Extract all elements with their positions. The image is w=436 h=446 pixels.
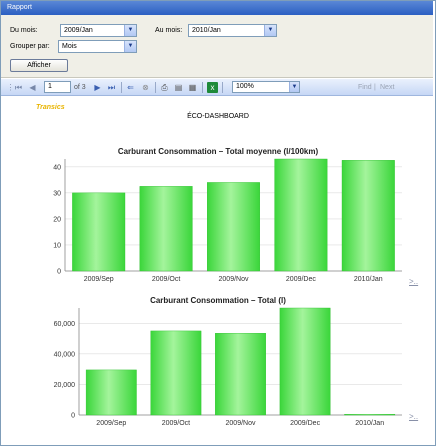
x-tick-label: 2009/Nov: [219, 276, 249, 283]
brand-logo: Transics: [36, 104, 65, 111]
chevron-down-icon[interactable]: ▼: [124, 41, 136, 52]
x-tick-label: 2010/Jan: [354, 276, 383, 283]
y-tick-label: 0: [71, 413, 75, 420]
y-tick-label: 60,000: [54, 321, 76, 328]
export-excel-icon[interactable]: x: [207, 82, 218, 93]
to-month-select[interactable]: 2010/Jan ▼: [188, 24, 277, 37]
find-separator: |: [374, 84, 376, 91]
chart2-title: Carburant Consommation – Total (l): [150, 296, 286, 305]
first-page-icon[interactable]: ⏮: [13, 82, 24, 93]
y-tick-label: 0: [57, 269, 61, 276]
bar-2009-oct: [150, 330, 202, 416]
y-tick-label: 40: [53, 164, 61, 171]
to-month-value: 2010/Jan: [192, 27, 221, 34]
group-by-label: Grouper par:: [10, 43, 50, 50]
filter-panel: Du mois: 2009/Jan ▼ Au mois: 2010/Jan ▼ …: [1, 15, 433, 78]
x-tick-label: 2009/Sep: [96, 420, 126, 427]
bar-2010-jan: [341, 160, 395, 272]
y-tick-label: 40,000: [54, 351, 76, 358]
page-layout-icon[interactable]: ▤: [173, 82, 184, 93]
x-tick-label: 2010/Jan: [355, 420, 384, 427]
y-tick-label: 20: [53, 216, 61, 223]
find-next-link[interactable]: Next: [380, 82, 394, 93]
page-number-input[interactable]: 1: [44, 81, 71, 93]
to-month-label: Au mois:: [155, 27, 183, 34]
chart-total-consumption: 0 20,000 40,000 60,000 2009/Sep 2009/Oct 2009/…: [54, 307, 402, 427]
print-icon[interactable]: ⎙: [159, 82, 170, 93]
report-toolbar: ⋮ ⏮ ◀ 1 of 3 ▶ ⏭ ⇐ ⊗ ⎙ ▤ ▦ x 100% ▼ Find…: [1, 79, 433, 96]
back-icon[interactable]: ⇐: [125, 82, 136, 93]
bar-2009-sep: [85, 369, 137, 416]
zoom-select[interactable]: 100% ▼: [232, 81, 300, 93]
bar-2009-sep: [72, 192, 126, 272]
bar-2010-jan: [344, 414, 396, 416]
toolbar-divider: [155, 82, 156, 93]
bar-2009-nov: [207, 182, 260, 272]
x-tick-label: 2009/Dec: [286, 276, 316, 283]
x-tick-label: 2009/Sep: [84, 276, 114, 283]
from-month-value: 2009/Jan: [64, 27, 93, 34]
chevron-down-icon[interactable]: ▼: [264, 25, 276, 36]
report-title: ÉCO-DASHBOARD: [187, 113, 249, 120]
last-page-icon[interactable]: ⏭: [106, 82, 117, 93]
from-month-label: Du mois:: [10, 27, 38, 34]
previous-page-icon[interactable]: ◀: [27, 82, 38, 93]
page-setup-icon[interactable]: ▦: [187, 82, 198, 93]
group-by-value: Mois: [62, 43, 77, 50]
bar-2009-dec: [279, 307, 331, 416]
chart1-title: Carburant Consommation – Total moyenne (…: [117, 147, 319, 156]
find-link[interactable]: Find: [358, 82, 372, 93]
chevron-down-icon[interactable]: ▼: [124, 25, 136, 36]
bar-2009-nov: [215, 333, 266, 416]
next-page-icon[interactable]: ▶: [92, 82, 103, 93]
y-tick-label: 30: [53, 190, 61, 197]
y-tick-label: 20,000: [54, 382, 76, 389]
y-tick-label: 10: [53, 242, 61, 249]
from-month-select[interactable]: 2009/Jan ▼: [60, 24, 137, 37]
x-tick-label: 2009/Oct: [152, 276, 180, 283]
zoom-value: 100%: [236, 83, 254, 90]
group-by-select[interactable]: Mois ▼: [58, 40, 137, 53]
bar-2009-dec: [274, 158, 328, 272]
toolbar-divider: [222, 82, 223, 93]
x-tick-label: 2009/Oct: [162, 420, 190, 427]
x-tick-label: 2009/Dec: [290, 420, 320, 427]
toolbar-divider: [121, 82, 122, 93]
page-count: of 3: [74, 84, 86, 91]
show-report-button[interactable]: Afficher: [10, 59, 68, 72]
x-tick-label: 2009/Nov: [226, 420, 256, 427]
chart1-more-link[interactable]: >..: [409, 277, 418, 286]
chart-avg-consumption: 0 10 20 30 40 2009/Sep 2009/Oct 2009/Nov 2009/De…: [53, 158, 402, 283]
toolbar-divider: [202, 82, 203, 93]
bar-2009-oct: [139, 186, 193, 272]
chevron-down-icon[interactable]: ▼: [289, 82, 299, 92]
stop-icon[interactable]: ⊗: [140, 82, 151, 93]
chart2-more-link[interactable]: >..: [409, 412, 418, 421]
window-title: Rapport: [1, 1, 433, 15]
